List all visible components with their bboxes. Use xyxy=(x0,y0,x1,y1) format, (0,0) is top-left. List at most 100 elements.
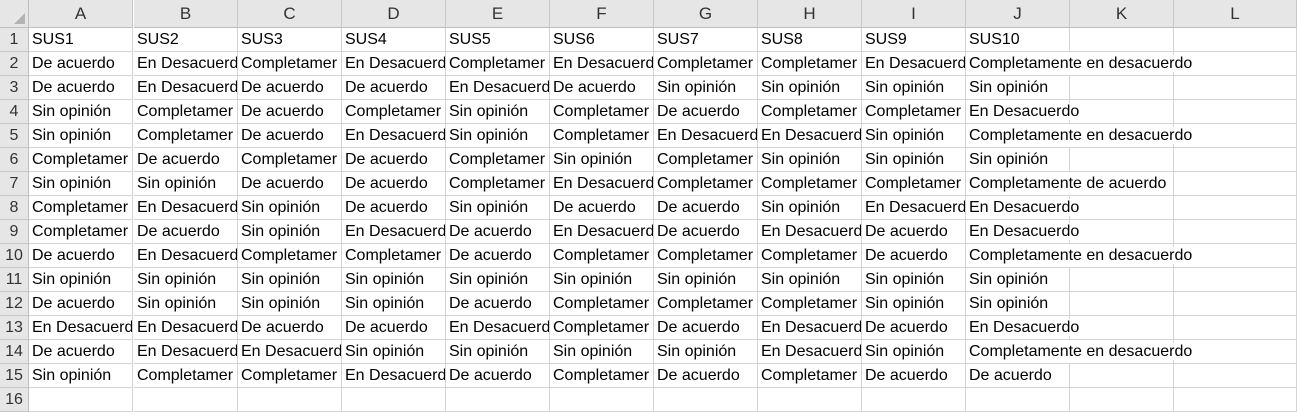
cell-d16[interactable] xyxy=(342,388,446,412)
cell-e12[interactable]: De acuerdo xyxy=(446,292,550,316)
cell-k11[interactable] xyxy=(1070,268,1174,292)
cell-j16[interactable] xyxy=(966,388,1070,412)
row-header-2[interactable]: 2 xyxy=(0,52,29,76)
cell-a10[interactable]: De acuerdo xyxy=(29,244,133,268)
cell-a4[interactable]: Sin opinión xyxy=(29,100,133,124)
cell-c1[interactable]: SUS3 xyxy=(238,28,342,52)
cell-h4[interactable]: Completamer xyxy=(758,100,862,124)
cell-f11[interactable]: Sin opinión xyxy=(550,268,654,292)
cell-d6[interactable]: De acuerdo xyxy=(342,148,446,172)
column-header-e[interactable]: E xyxy=(446,0,550,28)
cell-b11[interactable]: Sin opinión xyxy=(134,268,238,292)
cell-h7[interactable]: Completamer xyxy=(758,172,862,196)
cell-d9[interactable]: En Desacuerd xyxy=(342,220,446,244)
cell-g1[interactable]: SUS7 xyxy=(654,28,758,52)
cell-j4[interactable]: En Desacuerdo xyxy=(966,100,1082,124)
cell-i2[interactable]: En Desacuerd xyxy=(862,52,966,76)
cell-i13[interactable]: De acuerdo xyxy=(862,316,966,340)
cell-b10[interactable]: En Desacuerd xyxy=(134,244,238,268)
cell-k6[interactable] xyxy=(1070,148,1174,172)
cell-d14[interactable]: Sin opinión xyxy=(342,340,446,364)
cell-f2[interactable]: En Desacuerd xyxy=(550,52,654,76)
cell-e8[interactable]: Sin opinión xyxy=(446,196,550,220)
cell-h16[interactable] xyxy=(758,388,862,412)
cell-c16[interactable] xyxy=(238,388,342,412)
cell-g13[interactable]: De acuerdo xyxy=(654,316,758,340)
cell-i4[interactable]: Completamer xyxy=(862,100,966,124)
cell-c13[interactable]: De acuerdo xyxy=(238,316,342,340)
column-header-b[interactable]: B xyxy=(134,0,238,28)
cell-a7[interactable]: Sin opinión xyxy=(29,172,133,196)
cell-g14[interactable]: Sin opinión xyxy=(654,340,758,364)
cell-l16[interactable] xyxy=(1174,388,1297,412)
cell-h2[interactable]: Completamer xyxy=(758,52,862,76)
cell-i10[interactable]: De acuerdo xyxy=(862,244,966,268)
cell-b7[interactable]: Sin opinión xyxy=(134,172,238,196)
cell-i3[interactable]: Sin opinión xyxy=(862,76,966,100)
cell-j2[interactable]: Completamente en desacuerdo xyxy=(966,52,1195,76)
cell-l3[interactable] xyxy=(1174,76,1297,100)
cell-j11[interactable]: Sin opinión xyxy=(966,268,1070,292)
cell-j5[interactable]: Completamente en desacuerdo xyxy=(966,124,1195,148)
cell-f10[interactable]: Completamer xyxy=(550,244,654,268)
cell-a3[interactable]: De acuerdo xyxy=(29,76,133,100)
cell-f13[interactable]: Completamer xyxy=(550,316,654,340)
row-header-10[interactable]: 10 xyxy=(0,244,29,268)
cell-b14[interactable]: En Desacuerd xyxy=(134,340,238,364)
cell-g12[interactable]: Completamer xyxy=(654,292,758,316)
row-header-9[interactable]: 9 xyxy=(0,220,29,244)
column-header-h[interactable]: H xyxy=(758,0,862,28)
cell-g3[interactable]: Sin opinión xyxy=(654,76,758,100)
cell-j14[interactable]: Completamente en desacuerdo xyxy=(966,340,1195,364)
row-header-16[interactable]: 16 xyxy=(0,388,29,412)
cell-a12[interactable]: De acuerdo xyxy=(29,292,133,316)
cell-d15[interactable]: En Desacuerd xyxy=(342,364,446,388)
cell-k15[interactable] xyxy=(1070,364,1174,388)
cell-i9[interactable]: De acuerdo xyxy=(862,220,966,244)
cell-l4[interactable] xyxy=(1174,100,1297,124)
cell-d12[interactable]: Sin opinión xyxy=(342,292,446,316)
cell-c11[interactable]: Sin opinión xyxy=(238,268,342,292)
cell-e6[interactable]: Completamer xyxy=(446,148,550,172)
cell-h12[interactable]: Completamer xyxy=(758,292,862,316)
cell-j12[interactable]: Sin opinión xyxy=(966,292,1070,316)
cell-b16[interactable] xyxy=(134,388,238,412)
cell-g10[interactable]: Completamer xyxy=(654,244,758,268)
cell-f5[interactable]: Completamer xyxy=(550,124,654,148)
row-header-11[interactable]: 11 xyxy=(0,268,29,292)
cell-d10[interactable]: Completamer xyxy=(342,244,446,268)
cell-l11[interactable] xyxy=(1174,268,1297,292)
cell-b9[interactable]: De acuerdo xyxy=(134,220,238,244)
cell-b12[interactable]: Sin opinión xyxy=(134,292,238,316)
cell-a6[interactable]: Completamer xyxy=(29,148,133,172)
cell-c9[interactable]: Sin opinión xyxy=(238,220,342,244)
cell-f8[interactable]: De acuerdo xyxy=(550,196,654,220)
cell-e11[interactable]: Sin opinión xyxy=(446,268,550,292)
cell-k4[interactable] xyxy=(1070,100,1174,124)
cell-i7[interactable]: Completamer xyxy=(862,172,966,196)
cell-j10[interactable]: Completamente en desacuerdo xyxy=(966,244,1195,268)
cell-c4[interactable]: De acuerdo xyxy=(238,100,342,124)
cell-c5[interactable]: De acuerdo xyxy=(238,124,342,148)
column-header-g[interactable]: G xyxy=(654,0,758,28)
row-header-4[interactable]: 4 xyxy=(0,100,29,124)
cell-c3[interactable]: De acuerdo xyxy=(238,76,342,100)
cell-h10[interactable]: Completamer xyxy=(758,244,862,268)
cell-h13[interactable]: En Desacuerd xyxy=(758,316,862,340)
cell-a8[interactable]: Completamer xyxy=(29,196,133,220)
cell-d4[interactable]: Completamer xyxy=(342,100,446,124)
cell-d7[interactable]: De acuerdo xyxy=(342,172,446,196)
select-all-corner[interactable] xyxy=(0,0,29,28)
column-header-k[interactable]: K xyxy=(1070,0,1174,28)
cell-g8[interactable]: De acuerdo xyxy=(654,196,758,220)
column-header-c[interactable]: C xyxy=(238,0,342,28)
cell-d1[interactable]: SUS4 xyxy=(342,28,446,52)
cell-h8[interactable]: Sin opinión xyxy=(758,196,862,220)
cell-a14[interactable]: De acuerdo xyxy=(29,340,133,364)
cell-j1[interactable]: SUS10 xyxy=(966,28,1070,52)
cell-e15[interactable]: De acuerdo xyxy=(446,364,550,388)
cell-k1[interactable] xyxy=(1070,28,1174,52)
column-header-l[interactable]: L xyxy=(1174,0,1297,28)
cell-e16[interactable] xyxy=(446,388,550,412)
cell-d8[interactable]: De acuerdo xyxy=(342,196,446,220)
